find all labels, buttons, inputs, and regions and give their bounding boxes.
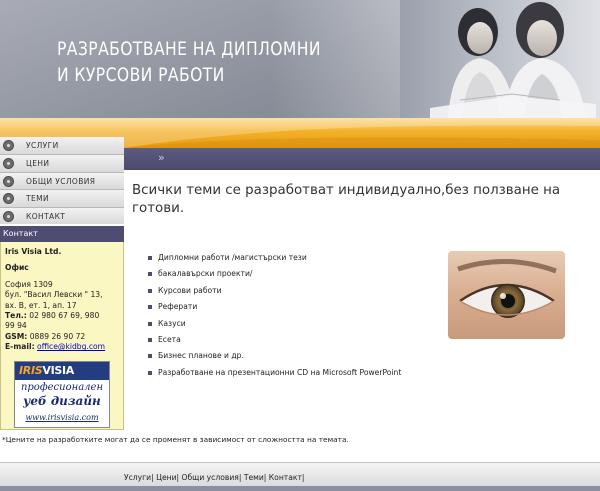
- purple-bar: [124, 148, 600, 170]
- eye-photo: [448, 251, 565, 339]
- menu-item-services[interactable]: УСЛУГИ: [0, 137, 124, 155]
- list-item: Дипломни работи /магистърски тези: [148, 252, 448, 268]
- menu-item-contact[interactable]: КОНТАКТ: [0, 206, 124, 224]
- menu-bullet-icon: [3, 158, 14, 170]
- header-banner: РАЗРАБОТВАНЕ НА ДИПЛОМНИ И КУРСОВИ РАБОТ…: [0, 0, 600, 118]
- footer-link-prices[interactable]: Цени: [156, 473, 176, 482]
- menu-item-label: ЦЕНИ: [26, 159, 50, 169]
- list-item: Бизнес планове и др.: [148, 350, 448, 366]
- square-bullet-icon: [148, 337, 152, 342]
- menu-item-terms[interactable]: ОБЩИ УСЛОВИЯ: [0, 171, 124, 190]
- email-label: E-mail:: [5, 342, 35, 352]
- list-item: Разработване на презентационни CD на Mic…: [148, 367, 448, 383]
- menu-item-prices[interactable]: ЦЕНИ: [0, 154, 124, 172]
- students-photo: [400, 0, 600, 118]
- logo-part-visia: VISIA: [42, 364, 75, 377]
- footer-separator: |: [238, 473, 242, 482]
- double-arrow-icon: »: [158, 151, 165, 164]
- phone-value-cont: 99 94: [5, 321, 27, 331]
- menu-item-label: УСЛУГИ: [26, 141, 59, 150]
- menu-item-topics[interactable]: ТЕМИ: [0, 189, 124, 207]
- menu-bullet-icon: [3, 210, 14, 222]
- gsm-value: 0889 26 90 72: [27, 331, 86, 341]
- address-line1: София 1309: [5, 279, 53, 289]
- footer-link-topics[interactable]: Теми: [244, 473, 264, 482]
- contact-header: Контакт: [0, 226, 124, 242]
- footer-separator: |: [263, 473, 267, 482]
- footer-separator: |: [151, 473, 154, 482]
- contact-header-label: Контакт: [3, 229, 38, 238]
- footer-nav: Услуги| Цени| Общи условия| Теми| Контак…: [124, 473, 304, 482]
- list-item: бакалавърски проекти/: [148, 268, 448, 284]
- banner-tagline1: професионален: [20, 382, 104, 393]
- phone-value: 02 980 67 69, 980: [26, 311, 100, 321]
- list-item: Реферати: [148, 301, 448, 317]
- square-bullet-icon: [148, 256, 152, 260]
- main-heading: Всички теми се разработват индивидуално,…: [132, 183, 561, 216]
- iris-visia-logo: IRISVISIA: [19, 364, 74, 377]
- square-bullet-icon: [148, 370, 152, 375]
- logo-part-iris: IRIS: [19, 364, 43, 377]
- site-title-line1: РАЗРАБОТВАНЕ НА ДИПЛОМНИ: [57, 38, 321, 60]
- address-line3: вх. В, ет. 1, ап. 17: [5, 300, 77, 310]
- footer-separator: |: [176, 473, 180, 482]
- menu-item-label: ТЕМИ: [26, 194, 50, 204]
- menu-item-label: ОБЩИ УСЛОВИЯ: [26, 176, 96, 186]
- office-label: Офис: [5, 263, 29, 273]
- sidebar-menu: УСЛУГИ ЦЕНИ ОБЩИ УСЛОВИЯ ТЕМИ КОНТАКТ: [0, 137, 124, 225]
- menu-bullet-icon: [3, 140, 14, 151]
- menu-item-label: КОНТАКТ: [26, 211, 66, 221]
- email-row: E-mail: office@kidbg.com: [5, 342, 123, 352]
- footer-separator: |: [301, 473, 305, 482]
- site-title: РАЗРАБОТВАНЕ НА ДИПЛОМНИ И КУРСОВИ РАБОТ…: [57, 36, 321, 88]
- gsm-label: GSM:: [5, 331, 28, 341]
- square-bullet-icon: [148, 288, 152, 293]
- banner-url: www.irisvisia.com: [25, 413, 99, 422]
- site-title-line2: И КУРСОВИ РАБОТИ: [57, 64, 225, 86]
- square-bullet-icon: [148, 321, 152, 326]
- price-footnote: *Цените на разработките могат да се пром…: [2, 435, 349, 444]
- phone-label: Тел.:: [5, 311, 27, 321]
- email-link[interactable]: office@kidbg.com: [37, 342, 105, 351]
- topics-list: Дипломни работи /магистърски тези бакала…: [148, 252, 448, 383]
- banner-tagline2: уеб дизайн: [23, 394, 101, 408]
- list-item: Есета: [148, 334, 448, 350]
- square-bullet-icon: [148, 272, 152, 277]
- iris-visia-banner[interactable]: IRISVISIA професионален уеб дизайн www.i…: [14, 361, 110, 428]
- company-name: Iris Visia Ltd.: [5, 247, 62, 256]
- address-line2: бул. "Васил Левски " 13,: [5, 290, 103, 300]
- footer-bottom-line: [0, 486, 600, 491]
- square-bullet-icon: [148, 354, 152, 359]
- menu-bullet-icon: [3, 175, 14, 187]
- footer-link-services[interactable]: Услуги: [124, 473, 151, 482]
- square-bullet-icon: [148, 305, 152, 310]
- gsm-row: GSM: 0889 26 90 72: [5, 332, 123, 342]
- phone-row: Тел.: 02 980 67 69, 980: [5, 311, 123, 321]
- footer-link-contact[interactable]: Контакт: [269, 473, 302, 482]
- footer-link-terms[interactable]: Общи условия: [182, 473, 239, 482]
- menu-bullet-icon: [3, 193, 14, 205]
- list-item: Казуси: [148, 318, 448, 334]
- list-item: Курсови работи: [148, 285, 448, 301]
